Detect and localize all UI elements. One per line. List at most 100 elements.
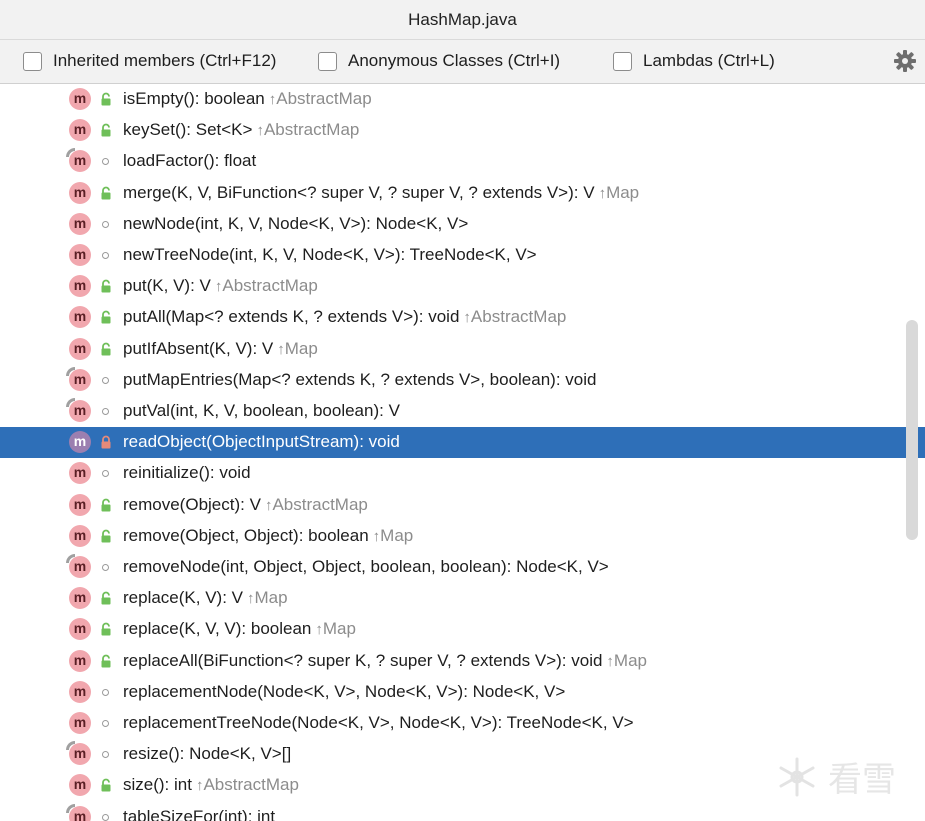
inherited-owner: AbstractMap (203, 775, 299, 795)
signature-text: readObject(ObjectInputStream): void (123, 432, 400, 452)
up-arrow-icon: ↑ (598, 184, 607, 202)
member-row[interactable]: m putIfAbsent(K, V): V ↑Map (0, 334, 925, 365)
member-row[interactable]: m putVal(int, K, V, boolean, boolean): V (0, 396, 925, 427)
anonymous-classes-checkbox[interactable] (318, 51, 337, 71)
inherited-from: ↑AbstractMap (252, 120, 359, 139)
gear-icon[interactable] (893, 49, 917, 73)
member-signature: remove(Object): V ↑AbstractMap (123, 495, 368, 515)
member-row[interactable]: m isEmpty(): boolean ↑AbstractMap (0, 84, 925, 115)
snowflake-icon (779, 757, 815, 796)
package-private-icon (102, 252, 109, 259)
up-arrow-icon: ↑ (247, 590, 255, 608)
member-signature: newNode(int, K, V, Node<K, V>): Node<K, … (123, 214, 468, 234)
member-row[interactable]: m remove(Object, Object): boolean ↑Map (0, 521, 925, 552)
method-icon: m (69, 493, 91, 516)
signature-text: replace(K, V): V (123, 588, 243, 608)
implemented-marker-icon (66, 398, 75, 407)
unlocked-padlock-icon (101, 779, 111, 792)
inherited-owner: Map (322, 619, 356, 639)
member-row[interactable]: m putAll(Map<? extends K, ? extends V>): … (0, 302, 925, 333)
member-row[interactable]: m putMapEntries(Map<? extends K, ? extend… (0, 365, 925, 396)
lambdas-checkbox[interactable] (613, 51, 632, 71)
inherited-owner: Map (380, 525, 414, 545)
up-arrow-icon: ↑ (606, 652, 614, 670)
vertical-scrollbar[interactable] (906, 320, 918, 540)
member-row[interactable]: m keySet(): Set<K> ↑AbstractMap (0, 115, 925, 146)
member-signature: isEmpty(): boolean ↑AbstractMap (123, 89, 372, 109)
window-title: HashMap.java (408, 9, 517, 29)
unlocked-padlock-icon (101, 498, 111, 512)
inherited-from: ↑AbstractMap (261, 495, 368, 514)
member-signature: replace(K, V): V ↑Map (123, 588, 288, 608)
member-signature: removeNode(int, Object, Object, boolean,… (123, 557, 609, 577)
package-private-icon (102, 220, 109, 228)
up-arrow-icon: ↑ (463, 309, 471, 327)
member-signature: keySet(): Set<K> ↑AbstractMap (123, 120, 359, 140)
watermark-text: 看雪 (828, 760, 896, 800)
member-row[interactable]: m reinitialize(): void (0, 458, 925, 489)
up-arrow-icon: ↑ (256, 122, 264, 140)
inherited-owner: AbstractMap (470, 307, 567, 327)
member-signature: remove(Object, Object): boolean ↑Map (123, 526, 413, 546)
member-row[interactable]: m newTreeNode(int, K, V, Node<K, V>): Tre… (0, 240, 925, 271)
member-signature: newTreeNode(int, K, V, Node<K, V>): Tree… (123, 245, 537, 265)
unlocked-padlock-icon (101, 591, 111, 605)
lambdas-option[interactable]: Lambdas (Ctrl+L) (613, 48, 775, 74)
implemented-marker-icon (66, 554, 75, 563)
member-row[interactable]: m remove(Object): V ↑AbstractMap (0, 490, 925, 521)
member-row[interactable]: m readObject(ObjectInputStream): void (0, 427, 925, 459)
unlocked-padlock-icon (101, 186, 111, 200)
member-row[interactable]: m tableSizeFor(int): int (0, 802, 925, 821)
method-icon: m (69, 119, 91, 142)
member-row[interactable]: m merge(K, V, BiFunction<? super V, ? sup… (0, 178, 925, 209)
lambdas-label: Lambdas (Ctrl+L) (643, 51, 775, 70)
member-row[interactable]: m replace(K, V): V ↑Map (0, 583, 925, 614)
method-icon: m (69, 337, 91, 360)
member-row[interactable]: m loadFactor(): float (0, 146, 925, 177)
anonymous-classes-label: Anonymous Classes (Ctrl+I) (348, 51, 561, 70)
method-icon: m (69, 680, 91, 703)
member-row[interactable]: m removeNode(int, Object, Object, boolean… (0, 552, 925, 583)
member-signature: replacementTreeNode(Node<K, V>, Node<K, … (123, 713, 634, 733)
member-row[interactable]: m replacementNode(Node<K, V>, Node<K, V>)… (0, 677, 925, 708)
signature-text: newNode(int, K, V, Node<K, V>): Node<K, … (123, 213, 469, 233)
window-title-bar: HashMap.java (0, 0, 925, 40)
member-row[interactable]: m replacementTreeNode(Node<K, V>, Node<K,… (0, 708, 925, 739)
member-row[interactable]: m put(K, V): V ↑AbstractMap (0, 271, 925, 302)
inherited-owner: AbstractMap (263, 120, 360, 140)
method-icon: m (69, 649, 91, 672)
signature-text: replace(K, V, V): boolean (123, 619, 312, 639)
unlocked-padlock-icon (101, 279, 111, 293)
method-icon: m (69, 712, 91, 734)
signature-text: replaceAll(BiFunction<? super K, ? super… (123, 650, 603, 670)
member-row[interactable]: m replace(K, V, V): boolean ↑Map (0, 614, 925, 645)
signature-text: putAll(Map<? extends K, ? extends V>): v… (123, 307, 460, 327)
inherited-members-checkbox[interactable] (23, 51, 42, 71)
signature-text: merge(K, V, BiFunction<? super V, ? supe… (123, 182, 595, 202)
inherited-from: ↑Map (311, 619, 356, 638)
inherited-members-option[interactable]: Inherited members (Ctrl+F12) (23, 48, 276, 74)
method-icon: m (69, 212, 91, 235)
method-icon: m (69, 587, 91, 610)
inherited-from: ↑Map (595, 183, 640, 202)
method-icon: m (69, 244, 91, 266)
member-signature: merge(K, V, BiFunction<? super V, ? supe… (123, 183, 639, 203)
inherited-from: ↑Map (369, 526, 414, 545)
signature-text: size(): int (123, 775, 192, 795)
member-signature: putAll(Map<? extends K, ? extends V>): v… (123, 307, 566, 327)
method-icon: m (69, 431, 91, 454)
structure-options-bar: Inherited members (Ctrl+F12) Anonymous C… (0, 40, 925, 84)
signature-text: newTreeNode(int, K, V, Node<K, V>): Tree… (123, 245, 537, 264)
member-row[interactable]: m newNode(int, K, V, Node<K, V>): Node<K,… (0, 209, 925, 240)
member-signature: replaceAll(BiFunction<? super K, ? super… (123, 651, 647, 671)
member-row[interactable]: m replaceAll(BiFunction<? super K, ? supe… (0, 646, 925, 677)
package-private-icon (102, 564, 109, 571)
member-signature: resize(): Node<K, V>[] (123, 744, 291, 764)
watermark: 看雪 (776, 752, 896, 801)
anonymous-classes-option[interactable]: Anonymous Classes (Ctrl+I) (318, 48, 560, 74)
unlocked-padlock-icon (101, 529, 111, 543)
package-private-icon (102, 688, 109, 696)
package-private-icon (102, 813, 109, 821)
inherited-owner: Map (254, 588, 288, 608)
member-signature: readObject(ObjectInputStream): void (123, 432, 400, 452)
